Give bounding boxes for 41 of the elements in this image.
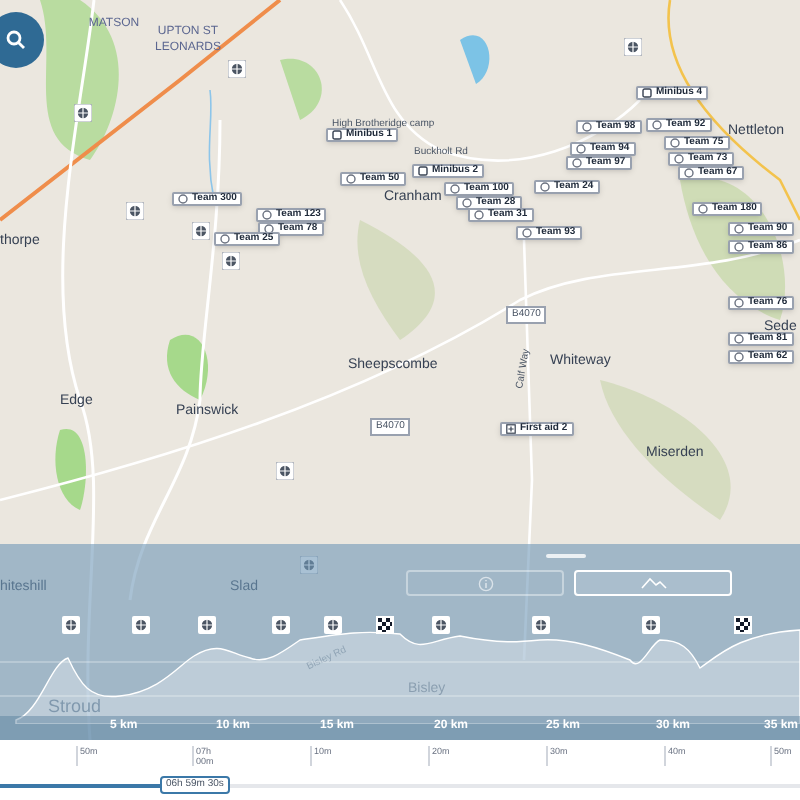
circle-icon [540,182,550,192]
circle-icon [572,158,582,168]
cross-icon [506,424,516,434]
search-icon [6,30,26,50]
bus-icon [332,130,342,140]
circle-icon [674,154,684,164]
checkpoint-icon[interactable] [192,222,210,240]
circle-icon [576,144,586,154]
circle-icon [734,352,744,362]
drag-handle[interactable] [546,554,586,558]
circle-icon [450,184,460,194]
circle-icon [178,194,188,204]
circle-icon [582,122,592,132]
checkpoint-icon[interactable] [276,462,294,480]
checkpoint-icon[interactable] [300,556,318,574]
circle-icon [734,298,744,308]
circle-icon [734,242,744,252]
circle-icon [220,234,230,244]
checkpoint-icon[interactable] [624,38,642,56]
circle-icon [264,224,274,234]
bus-icon [642,88,652,98]
town-label: Stroud [48,698,102,716]
circle-icon [698,204,708,214]
checkpoint-icon[interactable] [74,104,92,122]
circle-icon [346,174,356,184]
finish-flag-icon[interactable] [376,616,394,634]
checkpoint-icon[interactable] [228,60,246,78]
checkpoint-icon[interactable] [222,252,240,270]
circle-icon [652,120,662,130]
circle-icon [734,224,744,234]
circle-icon [734,334,744,344]
finish-flag-icon[interactable] [734,616,752,634]
bus-icon [418,166,428,176]
info-icon [477,575,493,591]
circle-icon [684,168,694,178]
circle-icon [262,210,272,220]
checkpoint-icon[interactable] [126,202,144,220]
circle-icon [522,228,532,238]
search-button[interactable] [0,12,44,68]
circle-icon [670,138,680,148]
mountain-icon [639,576,667,590]
